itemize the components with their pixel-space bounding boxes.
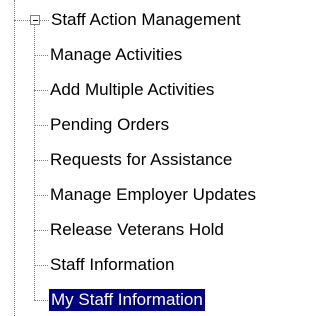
tree-connector-line bbox=[34, 125, 48, 126]
tree-node-pending-orders[interactable]: Pending Orders bbox=[48, 114, 171, 136]
tree-node-staff-information[interactable]: Staff Information bbox=[48, 254, 176, 276]
tree-connector-line bbox=[34, 195, 48, 196]
tree-node-manage-activities[interactable]: Manage Activities bbox=[48, 44, 184, 66]
tree-view: Staff Action Management Manage Activitie… bbox=[0, 0, 331, 316]
tree-connector-line bbox=[34, 230, 48, 231]
tree-connector-line bbox=[34, 265, 48, 266]
tree-node-staff-action-management[interactable]: Staff Action Management bbox=[49, 9, 243, 31]
collapse-minus-icon[interactable] bbox=[30, 15, 40, 25]
tree-connector-line bbox=[34, 160, 48, 161]
tree-node-requests-for-assistance[interactable]: Requests for Assistance bbox=[48, 149, 234, 171]
tree-node-release-veterans-hold[interactable]: Release Veterans Hold bbox=[48, 219, 226, 241]
tree-node-my-staff-information[interactable]: My Staff Information bbox=[48, 288, 206, 312]
tree-connector-line bbox=[34, 25, 35, 300]
tree-connector-line bbox=[14, 0, 15, 316]
tree-node-manage-employer-updates[interactable]: Manage Employer Updates bbox=[48, 184, 258, 206]
tree-connector-line bbox=[34, 90, 48, 91]
tree-node-add-multiple-activities[interactable]: Add Multiple Activities bbox=[48, 79, 216, 101]
tree-connector-line bbox=[34, 300, 48, 301]
tree-connector-line bbox=[14, 20, 30, 21]
tree-connector-line bbox=[34, 55, 48, 56]
tree-connector-line bbox=[39, 20, 49, 21]
